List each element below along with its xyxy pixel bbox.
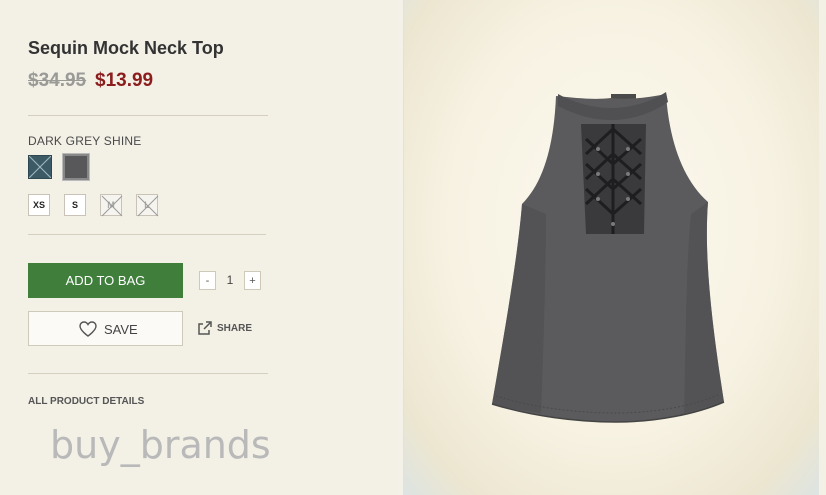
divider [28, 373, 268, 374]
sale-price: $13.99 [95, 70, 154, 91]
add-to-bag-button[interactable]: ADD TO BAG [28, 263, 183, 298]
product-title: Sequin Mock Neck Top [28, 38, 224, 58]
unavailable-cross-icon [29, 156, 51, 178]
color-swatch-teal[interactable] [28, 155, 52, 179]
product-info-panel: Sequin Mock Neck Top $34.95 $13.99 DARK … [0, 0, 398, 495]
quantity-decrease-button[interactable]: - [199, 271, 216, 290]
divider [28, 115, 268, 116]
size-option-s[interactable]: S [64, 194, 86, 216]
size-option-xs[interactable]: XS [28, 194, 50, 216]
size-option-m[interactable]: M [100, 194, 123, 217]
watermark-text: buy_brands [50, 423, 271, 467]
size-option-l[interactable]: L [136, 194, 159, 217]
save-button[interactable]: SAVE [28, 311, 183, 346]
color-swatch-dark-grey-shine[interactable] [62, 153, 90, 181]
save-label: SAVE [104, 322, 138, 337]
quantity-increase-button[interactable]: + [244, 271, 261, 290]
share-button[interactable]: SHARE [197, 320, 252, 339]
heart-icon [79, 321, 97, 337]
share-external-icon [198, 321, 212, 335]
page-edge [819, 0, 826, 495]
unavailable-cross-icon [137, 195, 159, 217]
divider [28, 234, 266, 235]
all-product-details-link[interactable]: ALL PRODUCT DETAILS [28, 396, 144, 407]
product-image[interactable] [486, 84, 746, 444]
color-name-label: DARK GREY SHINE [28, 134, 142, 148]
quantity-value[interactable]: 1 [222, 273, 238, 287]
product-image-panel [403, 0, 820, 495]
share-label: SHARE [217, 323, 253, 334]
original-price: $34.95 [28, 70, 87, 91]
unavailable-cross-icon [101, 195, 123, 217]
